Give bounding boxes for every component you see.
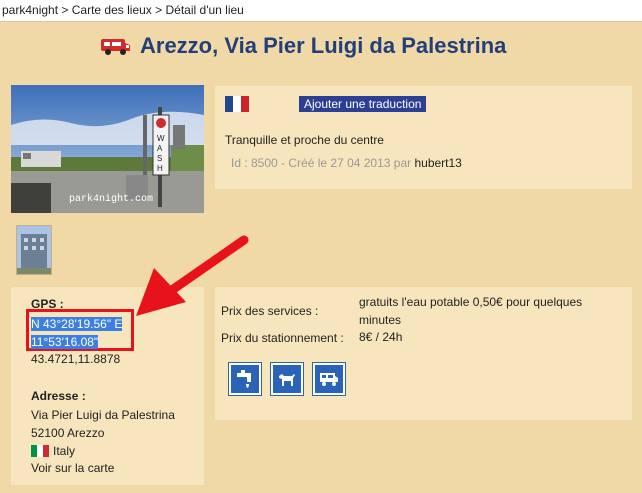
breadcrumb-separator: >: [155, 3, 163, 17]
breadcrumb-current: Détail d'un lieu: [165, 3, 244, 17]
address-street: Via Pier Luigi da Palestrina: [31, 408, 175, 422]
gps-coordinates-decimal: 43.4721,11.8878: [31, 352, 121, 366]
gps-dms-line-1[interactable]: N 43°28'19.56" E: [31, 317, 123, 331]
add-translation-button[interactable]: Ajouter une traduction: [299, 96, 427, 112]
water-tap-icon[interactable]: [228, 362, 262, 396]
view-on-map-link[interactable]: Voir sur la carte: [31, 461, 114, 475]
wash-sign: W: [157, 134, 165, 143]
photo-watermark: park4night.com: [69, 193, 153, 205]
breadcrumb-separator: >: [61, 3, 69, 17]
author-link[interactable]: hubert13: [414, 156, 461, 170]
service-icons: [228, 362, 346, 396]
breadcrumb-map-link[interactable]: Carte des lieux: [72, 3, 152, 17]
gps-coordinates-dms[interactable]: N 43°28'19.56" E 11°53'16.08": [31, 315, 131, 351]
italian-flag-icon: [31, 445, 49, 457]
place-photo[interactable]: W A S H park4night.com: [11, 85, 204, 213]
price-services-label: Prix des services :: [221, 304, 319, 318]
page-title: Arezzo, Via Pier Luigi da Palestrina: [140, 33, 507, 58]
pets-allowed-icon[interactable]: [270, 362, 304, 396]
gps-dms-line-2[interactable]: 11°53'16.08": [31, 335, 99, 349]
address-city: 52100 Arezzo: [31, 426, 105, 440]
photo-thumbnail[interactable]: [16, 225, 52, 275]
country-name: Italy: [53, 444, 76, 458]
address-country: Italy: [31, 444, 75, 458]
breadcrumb: park4night > Carte des lieux > Détail d'…: [0, 0, 642, 22]
price-services-value: gratuits l'eau potable 0,50€ pour quelqu…: [359, 295, 583, 327]
price-parking-value: 8€ / 24h: [359, 330, 403, 344]
svg-text:S: S: [157, 154, 162, 163]
address-label: Adresse :: [31, 389, 86, 403]
motorhome-service-icon[interactable]: [312, 362, 346, 396]
info-panel: Ajouter une traduction Tranquille et pro…: [215, 86, 632, 189]
location-panel: GPS : N 43°28'19.56" E 11°53'16.08" 43.4…: [11, 287, 204, 485]
place-meta: Id : 8500 - Créé le 27 04 2013 par huber…: [231, 156, 462, 170]
svg-text:A: A: [157, 144, 163, 153]
svg-text:H: H: [157, 164, 163, 173]
place-description: Tranquille et proche du centre: [225, 133, 384, 147]
place-meta-text: Id : 8500 - Créé le 27 04 2013 par: [231, 156, 412, 170]
french-flag-icon: [225, 96, 249, 112]
breadcrumb-home-link[interactable]: park4night: [2, 3, 58, 17]
price-parking-label: Prix du stationnement :: [221, 331, 344, 345]
camper-van-icon: [101, 39, 130, 55]
page-header: Arezzo, Via Pier Luigi da Palestrina: [100, 30, 506, 62]
services-panel: Prix des services : gratuits l'eau potab…: [215, 287, 632, 420]
